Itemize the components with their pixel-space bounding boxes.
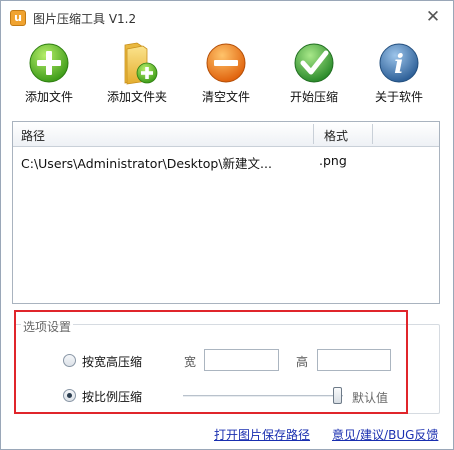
clear-files-label: 清空文件 — [201, 90, 250, 104]
column-divider[interactable] — [313, 124, 314, 144]
close-button[interactable]: ✕ — [423, 7, 443, 27]
table-row[interactable]: C:\Users\Administrator\Desktop\新建文... .p… — [13, 150, 439, 172]
list-header: 路径 格式 — [13, 122, 439, 147]
start-compress-button[interactable]: 开始压缩 — [274, 41, 354, 109]
check-icon — [294, 43, 334, 83]
add-file-icon — [29, 43, 69, 83]
column-divider[interactable] — [372, 124, 373, 144]
feedback-link[interactable]: 意见/建议/BUG反馈 — [332, 426, 438, 443]
open-save-folder-link[interactable]: 打开图片保存路径 — [214, 426, 310, 443]
svg-text:i: i — [394, 50, 404, 80]
about-button[interactable]: i 关于软件 — [359, 41, 439, 109]
add-folder-label: 添加文件夹 — [106, 90, 167, 104]
start-compress-label: 开始压缩 — [289, 90, 338, 104]
add-file-label: 添加文件 — [24, 90, 73, 104]
toolbar: 添加文件 添加文件夹 清空文件 开始压缩 i 关于软件 — [1, 41, 453, 111]
about-label: 关于软件 — [374, 90, 423, 104]
title-bar[interactable]: u 图片压缩工具 V1.2 ✕ — [1, 1, 453, 35]
file-list[interactable]: 路径 格式 C:\Users\Administrator\Desktop\新建文… — [12, 121, 440, 304]
clear-files-button[interactable]: 清空文件 — [186, 41, 266, 109]
app-window: u 图片压缩工具 V1.2 ✕ 添加文件 添加文件夹 清空文件 开始压缩 i 关… — [0, 0, 454, 450]
file-format-cell: .png — [319, 153, 347, 168]
column-header-format[interactable]: 格式 — [324, 127, 348, 144]
clear-icon — [206, 43, 246, 83]
app-logo-icon: u — [10, 10, 26, 26]
highlight-box — [14, 310, 408, 414]
file-path-cell: C:\Users\Administrator\Desktop\新建文... — [21, 156, 272, 171]
add-file-button[interactable]: 添加文件 — [9, 41, 89, 109]
add-folder-icon — [124, 42, 158, 85]
info-icon: i — [379, 43, 419, 83]
window-title: 图片压缩工具 V1.2 — [33, 12, 137, 26]
column-header-path[interactable]: 路径 — [21, 127, 45, 144]
add-folder-button[interactable]: 添加文件夹 — [97, 41, 177, 109]
